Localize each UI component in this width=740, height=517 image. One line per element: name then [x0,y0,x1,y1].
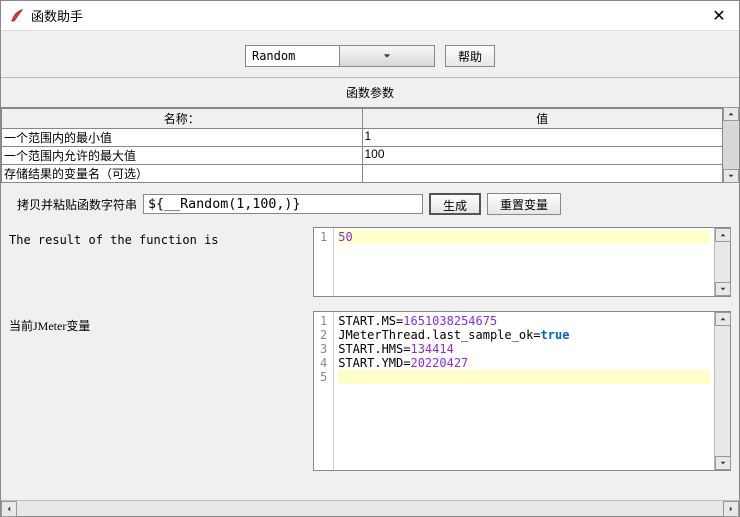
result-textarea[interactable]: 1 50 [313,227,731,297]
funcstr-label: 拷贝并粘贴函数字符串 [17,196,137,213]
col-value: 值 [363,109,723,128]
result-line: 50 [338,230,710,244]
reset-vars-button[interactable]: 重置变量 [487,193,561,215]
function-string-row: 拷贝并粘贴函数字符串 生成 重置变量 [1,183,739,225]
titlebar: 函数助手 ✕ [1,1,739,31]
var-line [338,370,710,384]
horizontal-scrollbar[interactable] [1,500,739,516]
params-header: 名称： 值 [2,109,722,129]
chevron-down-icon[interactable] [339,46,434,66]
line-gutter: 12345 [314,312,334,470]
scroll-up-icon[interactable] [715,228,731,242]
app-icon [9,8,25,24]
scrollbar[interactable] [714,228,730,296]
vars-label: 当前JMeter变量 [9,311,305,334]
function-helper-window: 函数助手 ✕ Random 帮助 函数参数 名称： 值 一个范围内的最小值 1 … [0,0,740,517]
params-scrollbar[interactable] [723,107,739,183]
param-name: 一个范围内的最小值 [2,129,363,146]
param-value[interactable]: 1 [363,129,723,146]
scroll-up-icon[interactable] [723,107,739,121]
scroll-down-icon[interactable] [715,282,731,296]
params-table-wrap: 名称： 值 一个范围内的最小值 1 一个范围内允许的最大值 100 存储结果的变… [1,107,739,183]
result-label: The result of the function is [9,227,305,247]
function-select-row: Random 帮助 [1,31,739,77]
scroll-down-icon[interactable] [723,169,739,183]
scroll-left-icon[interactable] [1,501,17,517]
function-combobox[interactable]: Random [245,45,435,67]
scrollbar[interactable] [714,312,730,470]
param-value[interactable]: 100 [363,147,723,164]
table-row[interactable]: 存储结果的变量名（可选） [2,165,722,182]
param-name: 一个范围内允许的最大值 [2,147,363,164]
params-table: 名称： 值 一个范围内的最小值 1 一个范围内允许的最大值 100 存储结果的变… [1,107,723,183]
table-row[interactable]: 一个范围内的最小值 1 [2,129,722,147]
vars-textarea[interactable]: 12345 START.MS=1651038254675JMeterThread… [313,311,731,471]
table-row[interactable]: 一个范围内允许的最大值 100 [2,147,722,165]
var-line: START.HMS=134414 [338,342,710,356]
var-line: JMeterThread.last_sample_ok=true [338,328,710,342]
close-icon[interactable]: ✕ [707,6,731,26]
scroll-down-icon[interactable] [715,456,731,470]
line-gutter: 1 [314,228,334,296]
help-button[interactable]: 帮助 [445,45,495,67]
param-value[interactable] [363,165,723,182]
var-line: START.YMD=20220427 [338,356,710,370]
params-title: 函数参数 [1,77,739,107]
vars-row: 当前JMeter变量 12345 START.MS=1651038254675J… [1,309,739,473]
var-line: START.MS=1651038254675 [338,314,710,328]
generate-button[interactable]: 生成 [429,193,481,215]
param-name: 存储结果的变量名（可选） [2,165,363,182]
col-name: 名称： [2,109,363,128]
funcstr-input[interactable] [143,194,423,214]
window-title: 函数助手 [31,6,707,25]
scroll-up-icon[interactable] [715,312,731,326]
combo-value: Random [246,49,340,63]
scroll-right-icon[interactable] [723,501,739,517]
result-row: The result of the function is 1 50 [1,225,739,299]
